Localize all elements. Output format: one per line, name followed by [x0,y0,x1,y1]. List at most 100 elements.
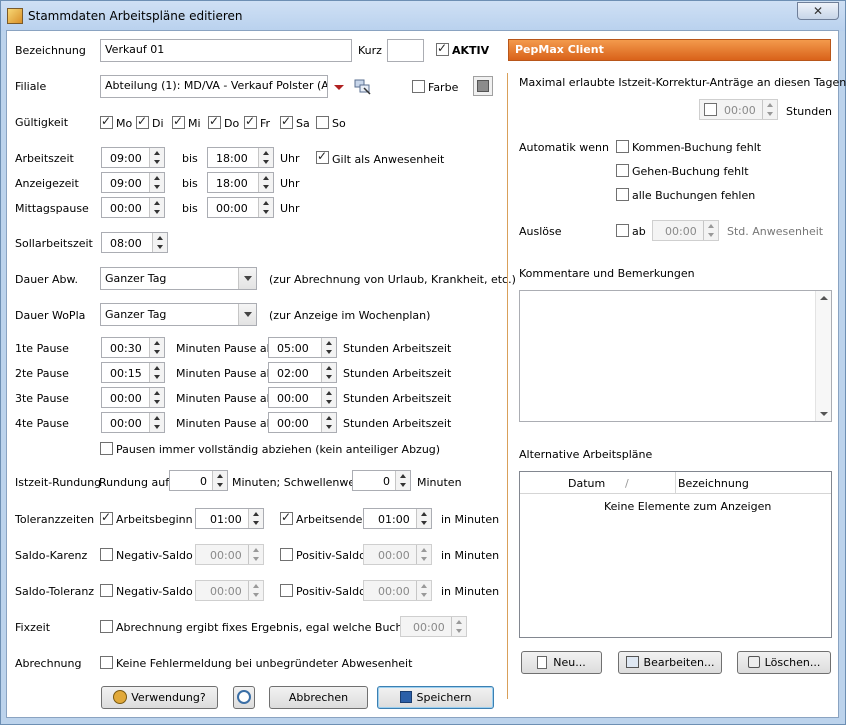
dauer-wopla-label: Dauer WoPla [15,309,86,322]
bezeichnung-label: Bezeichnung [15,44,86,57]
close-button[interactable]: ✕ [797,2,839,20]
toleranz-positiv-checkbox[interactable] [280,584,293,597]
toleranz-negativ-label: Negativ-Saldo [116,585,193,598]
std-arbeitszeit-label: Stunden Arbeitszeit [343,367,452,380]
kommen-checkbox[interactable] [616,140,629,153]
karenz-negativ-checkbox[interactable] [100,548,113,561]
filiale-label: Filiale [15,80,47,93]
neu-button[interactable]: Neu... [521,651,602,674]
bezeichnung-input[interactable]: Verkauf 01 [100,39,352,62]
pausen-voll-checkbox[interactable] [100,442,113,455]
pause-min-stepper[interactable]: 00:00 [101,387,165,408]
arbeitszeit-from-stepper[interactable]: 09:00 [101,147,165,168]
gehen-checkbox[interactable] [616,164,629,177]
mittag-from-stepper[interactable]: 00:00 [101,197,165,218]
day-label: Di [152,117,164,130]
toleranz-positiv-stepper[interactable]: 00:00 [363,580,432,601]
col-separator[interactable] [675,472,676,494]
arbeitsbeginn-label: Arbeitsbeginn [116,513,193,526]
kommentare-label: Kommentare und Bemerkungen [519,267,695,280]
arbeitszeit-to-stepper[interactable]: 18:00 [207,147,274,168]
pause-ab-stepper[interactable]: 00:00 [268,387,337,408]
arbeitsende-checkbox[interactable] [280,510,293,525]
gehen-label: Gehen-Buchung fehlt [632,165,749,178]
kommentare-textarea[interactable] [519,290,832,422]
automatik-label: Automatik wenn [519,141,609,154]
filiale-picker-icon[interactable] [354,78,372,96]
korrektur-stepper[interactable]: 00:00 [699,99,778,120]
empty-message: Keine Elemente zum Anzeigen [604,500,772,513]
pausen-voll-label: Pausen immer vollständig abziehen (kein … [116,443,441,456]
aktiv-checkbox[interactable] [436,41,449,56]
korrektur-checkbox[interactable] [704,103,717,116]
rundung-stepper[interactable]: 0 [169,470,228,491]
abbrechen-button[interactable]: Abbrechen [269,686,368,709]
dauer-wopla-select[interactable]: Ganzer Tag [100,303,257,326]
uhr-label: Uhr [280,152,300,165]
mittag-to-stepper[interactable]: 00:00 [207,197,274,218]
col-datum[interactable]: Datum [568,477,605,490]
alle-checkbox[interactable] [616,188,629,201]
day-di-checkbox[interactable] [136,114,149,129]
uhr-label: Uhr [280,177,300,190]
bis-label: bis [182,152,198,165]
scrollbar[interactable] [815,291,831,421]
karenz-positiv-checkbox[interactable] [280,548,293,561]
day-mo-checkbox[interactable] [100,114,113,129]
bearbeiten-button[interactable]: Bearbeiten... [618,651,722,674]
pause-ab-stepper[interactable]: 05:00 [268,337,337,358]
soll-stepper[interactable]: 08:00 [101,232,168,253]
kommen-label: Kommen-Buchung fehlt [632,141,762,154]
arbeitsende-stepper[interactable]: 01:00 [363,508,432,529]
filiale-input[interactable]: Abteilung (1): MD/VA - Verkauf Polster (… [100,75,328,98]
day-label: So [332,117,346,130]
scroll-up-icon[interactable] [820,296,828,300]
ausloese-stepper[interactable]: 00:00 [652,220,719,241]
karenz-positiv-stepper[interactable]: 00:00 [363,544,432,565]
day-sa-checkbox[interactable] [280,114,293,129]
anwesenheit-label: Gilt als Anwesenheit [332,153,445,166]
schwelle-label: Minuten; Schwellenwert [232,476,364,489]
fixzeit-checkbox[interactable] [100,620,113,633]
ausloese-checkbox[interactable] [616,224,629,237]
fixzeit-stepper[interactable]: 00:00 [400,616,467,637]
fixzeit-label: Fixzeit [15,621,51,634]
filiale-dropdown-icon[interactable] [334,85,344,90]
day-label: Sa [296,117,310,130]
scroll-down-icon[interactable] [820,412,828,416]
anzeigezeit-from-stepper[interactable]: 09:00 [101,172,165,193]
clock-button[interactable] [233,686,255,709]
anzeigezeit-to-stepper[interactable]: 18:00 [207,172,274,193]
pause-min-stepper[interactable]: 00:00 [101,412,165,433]
toleranz-negativ-checkbox[interactable] [100,584,113,597]
day-fr-checkbox[interactable] [244,114,257,129]
day-so-checkbox[interactable] [316,116,329,129]
alt-label: Alternative Arbeitspläne [519,448,653,461]
toleranz-label: Toleranzzeiten [15,513,95,526]
alt-table[interactable]: Datum / Bezeichnung Keine Elemente zum A… [519,471,832,638]
pause-min-stepper[interactable]: 00:15 [101,362,165,383]
app-icon [7,8,23,24]
farbe-checkbox[interactable] [412,80,425,93]
pause-min-stepper[interactable]: 00:30 [101,337,165,358]
day-do-checkbox[interactable] [208,114,221,129]
speichern-button[interactable]: Speichern [377,686,494,709]
abrechnung-checkbox[interactable] [100,656,113,669]
karenz-negativ-stepper[interactable]: 00:00 [195,544,264,565]
anwesenheit-checkbox[interactable] [316,149,329,164]
pause-ab-stepper[interactable]: 02:00 [268,362,337,383]
arbeitsbeginn-checkbox[interactable] [100,510,113,525]
kurz-input[interactable] [387,39,424,62]
toleranz-negativ-stepper[interactable]: 00:00 [195,580,264,601]
day-mi-checkbox[interactable] [172,114,185,129]
users-icon [113,690,128,704]
farbe-color-button[interactable] [473,76,493,96]
verwendung-button[interactable]: Verwendung? [101,686,218,709]
dauer-abw-select[interactable]: Ganzer Tag [100,267,257,290]
pause-ab-stepper[interactable]: 00:00 [268,412,337,433]
arbeitszeit-label: Arbeitszeit [15,152,74,165]
schwelle-stepper[interactable]: 0 [352,470,411,491]
col-bezeichnung[interactable]: Bezeichnung [678,477,749,490]
loeschen-button[interactable]: Löschen... [737,651,831,674]
arbeitsbeginn-stepper[interactable]: 01:00 [195,508,264,529]
